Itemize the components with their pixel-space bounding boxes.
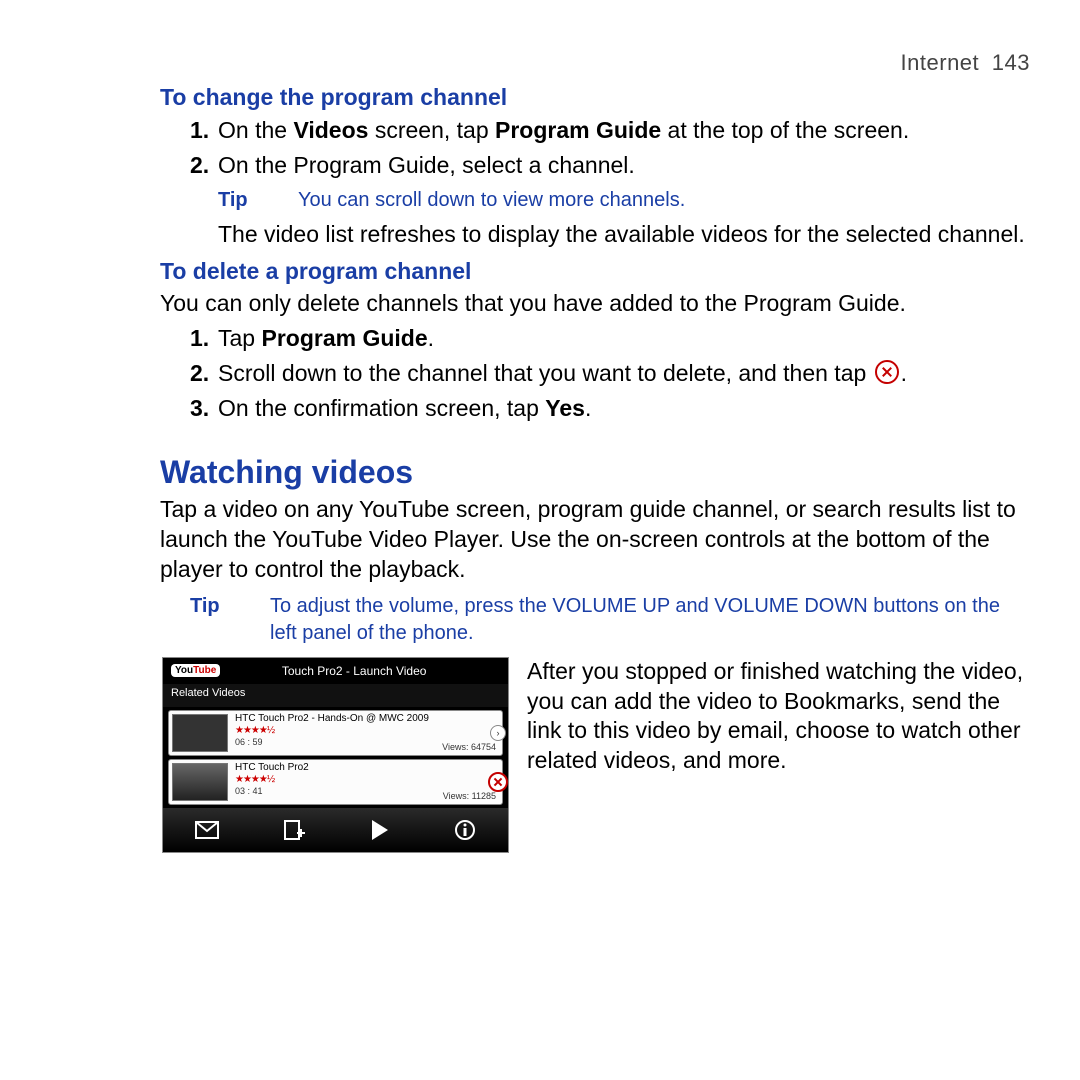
video-meta: HTC Touch Pro2 - Hands-On @ MWC 2009 ★★★…: [231, 711, 502, 755]
youtube-logo-icon: YouTube: [171, 664, 220, 677]
step-text: On the confirmation screen, tap Yes.: [218, 395, 591, 421]
step-1: 1. Tap Program Guide.: [190, 323, 1030, 354]
step-number: 2.: [190, 150, 209, 181]
rating-stars-icon: ★★★★½: [235, 725, 498, 737]
manual-page: Internet 143 To change the program chann…: [0, 0, 1080, 1080]
tip-text: You can scroll down to view more channel…: [298, 187, 685, 214]
video-views: Views: 11285: [443, 791, 496, 802]
step-1: 1. On the Videos screen, tap Program Gui…: [190, 115, 1030, 146]
play-icon[interactable]: [370, 819, 390, 841]
youtube-screenshot: YouTube Touch Pro2 - Launch Video Relate…: [162, 657, 509, 853]
heading-watching-videos: Watching videos: [160, 454, 1030, 491]
video-item-title: HTC Touch Pro2 - Hands-On @ MWC 2009: [235, 713, 498, 725]
heading-delete-channel: To delete a program channel: [160, 258, 1030, 285]
bottom-toolbar: [163, 808, 508, 852]
page-number: 143: [992, 50, 1030, 75]
step-text: On the Program Guide, select a channel.: [218, 152, 635, 178]
followon-text: The video list refreshes to display the …: [218, 220, 1030, 250]
tip-text: To adjust the volume, press the VOLUME U…: [270, 593, 1030, 647]
youtube-titlebar: YouTube Touch Pro2 - Launch Video: [163, 658, 508, 684]
tip-label: Tip: [190, 593, 270, 647]
rating-stars-icon: ★★★★½: [235, 774, 498, 786]
step-3: 3. On the confirmation screen, tap Yes.: [190, 393, 1030, 424]
screenshot-row: YouTube Touch Pro2 - Launch Video Relate…: [160, 657, 1030, 853]
step-number: 1.: [190, 323, 209, 354]
heading-change-channel: To change the program channel: [160, 84, 1030, 111]
video-item-title: HTC Touch Pro2: [235, 762, 498, 774]
delete-intro: You can only delete channels that you ha…: [160, 289, 1030, 319]
delete-channel-steps: 1. Tap Program Guide. 2. Scroll down to …: [190, 323, 1030, 424]
step-number: 2.: [190, 358, 209, 389]
change-channel-steps: 1. On the Videos screen, tap Program Gui…: [190, 115, 1030, 181]
step-text: Scroll down to the channel that you want…: [218, 360, 907, 386]
step-2: 2. Scroll down to the channel that you w…: [190, 358, 1030, 389]
video-thumbnail: [172, 714, 228, 752]
mail-icon[interactable]: [195, 821, 219, 839]
video-meta: HTC Touch Pro2 ★★★★½ 03 : 41 Views: 1128…: [231, 760, 502, 804]
list-item[interactable]: HTC Touch Pro2 - Hands-On @ MWC 2009 ★★★…: [168, 710, 503, 756]
add-bookmark-icon[interactable]: [283, 819, 305, 841]
screenshot-caption: After you stopped or finished watching t…: [509, 657, 1030, 777]
delete-icon: [875, 360, 899, 384]
chevron-right-icon[interactable]: ›: [490, 725, 506, 741]
related-videos-header: Related Videos: [163, 684, 508, 707]
section-name: Internet: [901, 50, 980, 75]
step-text: On the Videos screen, tap Program Guide …: [218, 117, 909, 143]
tip-row: Tip To adjust the volume, press the VOLU…: [190, 593, 1030, 647]
page-header: Internet 143: [160, 50, 1030, 76]
watching-intro: Tap a video on any YouTube screen, progr…: [160, 495, 1030, 585]
info-icon[interactable]: [454, 819, 476, 841]
video-thumbnail: [172, 763, 228, 801]
video-views: Views: 64754: [442, 742, 496, 753]
step-text: Tap Program Guide.: [218, 325, 434, 351]
video-title: Touch Pro2 - Launch Video: [228, 664, 480, 678]
list-item[interactable]: HTC Touch Pro2 ★★★★½ 03 : 41 Views: 1128…: [168, 759, 503, 805]
tip-label: Tip: [218, 187, 298, 214]
delete-icon[interactable]: [488, 772, 508, 792]
step-number: 1.: [190, 115, 209, 146]
tip-row: Tip You can scroll down to view more cha…: [218, 187, 1030, 214]
step-number: 3.: [190, 393, 209, 424]
step-2: 2. On the Program Guide, select a channe…: [190, 150, 1030, 181]
